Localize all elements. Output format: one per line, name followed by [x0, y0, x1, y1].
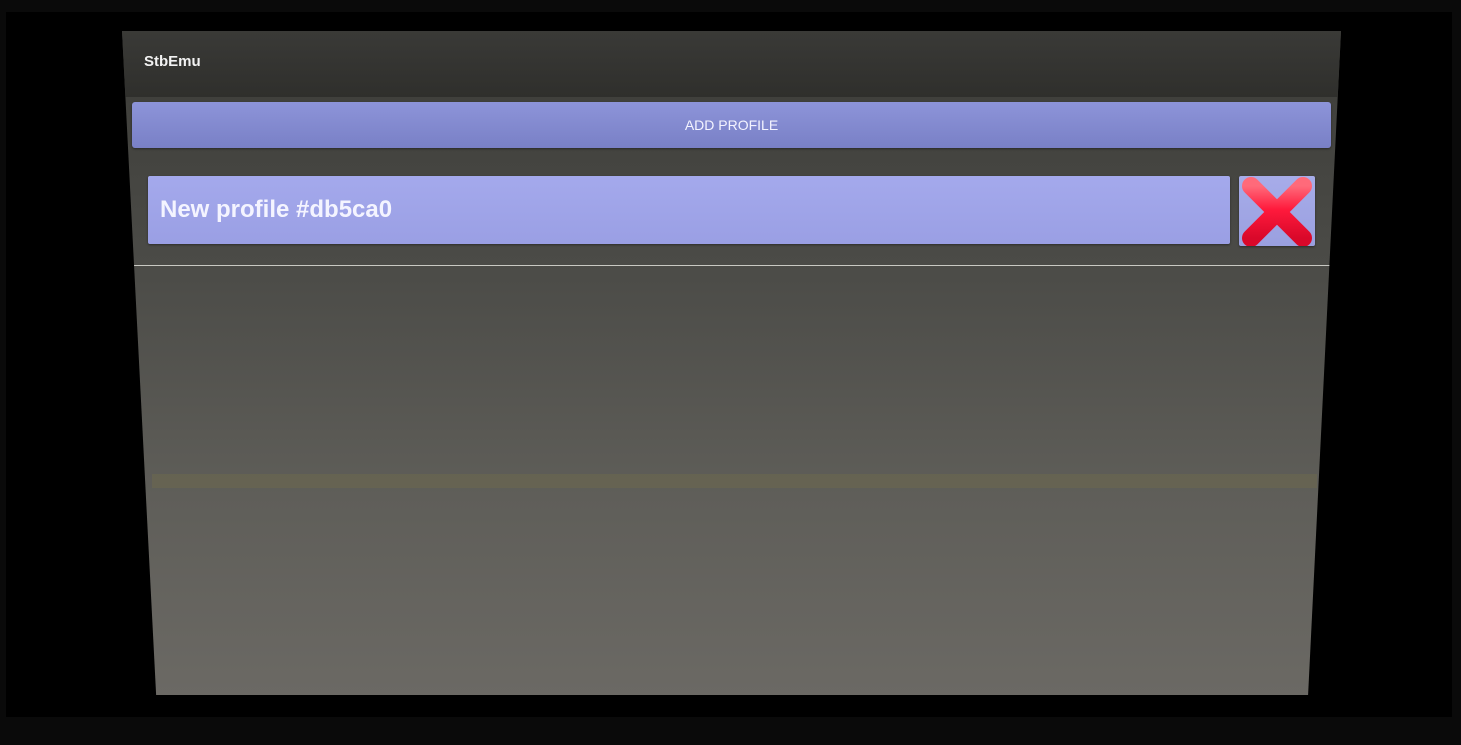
title-bar: StbEmu: [122, 31, 1341, 97]
screen-artifact-band: [152, 474, 1317, 488]
photo-frame: StbEmu ADD PROFILE New profile #db5ca0: [0, 0, 1461, 745]
delete-profile-button[interactable]: [1239, 176, 1315, 246]
add-profile-button[interactable]: ADD PROFILE: [132, 102, 1331, 148]
profile-list-item[interactable]: New profile #db5ca0: [148, 176, 1230, 244]
app-window: StbEmu ADD PROFILE New profile #db5ca0: [122, 31, 1341, 695]
app-title: StbEmu: [144, 53, 201, 70]
add-profile-label: ADD PROFILE: [684, 117, 779, 133]
list-divider: [132, 265, 1332, 266]
profile-name: New profile #db5ca0: [160, 196, 393, 223]
close-x-icon: [1242, 177, 1312, 246]
